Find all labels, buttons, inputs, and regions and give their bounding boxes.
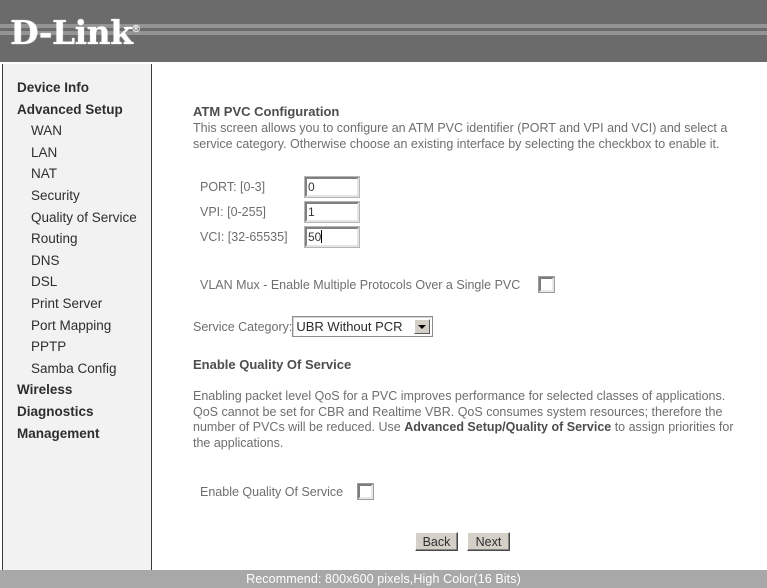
field-input[interactable]: 0 bbox=[304, 175, 360, 198]
field-label: PORT: [0-3] bbox=[200, 179, 266, 194]
sidebar-item-label: PPTP bbox=[31, 339, 67, 355]
field-value: 0 bbox=[308, 179, 315, 194]
field-row: VCI: [32-65535] 50 bbox=[200, 224, 753, 249]
sidebar-item-label: LAN bbox=[31, 144, 58, 160]
field-input[interactable]: 50 bbox=[304, 225, 360, 248]
page-description-line2: service category. Otherwise choose an ex… bbox=[193, 136, 720, 151]
vlan-mux-checkbox[interactable] bbox=[538, 276, 556, 293]
vlan-mux-row: VLAN Mux - Enable Multiple Protocols Ove… bbox=[200, 276, 753, 293]
dlink-logo: D-Link® bbox=[10, 11, 140, 52]
sidebar-item-quality-of-service[interactable]: Quality of Service bbox=[3, 207, 151, 229]
sidebar-item-lan[interactable]: LAN bbox=[3, 142, 151, 164]
sidebar-item-label: Diagnostics bbox=[17, 403, 94, 419]
pvc-identifier-fields: PORT: [0-3] 0 VPI: [0-255] 1 VCI: [32-65535]… bbox=[200, 174, 753, 249]
sidebar-item-label: WAN bbox=[31, 123, 62, 139]
qos-description: Enabling packet level QoS for a PVC impr… bbox=[193, 389, 738, 451]
footer-bar: Recommend: 800x600 pixels,High Color(16 … bbox=[0, 570, 767, 588]
sidebar-item-label: Print Server bbox=[31, 295, 103, 311]
page-description-line1: This screen allows you to configure an A… bbox=[193, 121, 728, 135]
sidebar-item-advanced-setup[interactable]: Advanced Setup bbox=[3, 99, 151, 121]
footer-text: Recommend: 800x600 pixels,High Color(16 … bbox=[246, 572, 521, 586]
sidebar-item-label: Wireless bbox=[17, 382, 73, 398]
page-description: This screen allows you to configure an A… bbox=[193, 121, 738, 152]
field-label: VCI: [32-65535] bbox=[200, 229, 288, 244]
sidebar-item-label: DSL bbox=[31, 274, 58, 290]
sidebar-item-dns[interactable]: DNS bbox=[3, 250, 151, 272]
vlan-mux-label: VLAN Mux - Enable Multiple Protocols Ove… bbox=[200, 277, 521, 292]
field-row: VPI: [0-255] 1 bbox=[200, 199, 753, 224]
sidebar-item-label: Routing bbox=[31, 231, 78, 247]
sidebar-item-label: Samba Config bbox=[31, 360, 117, 376]
page-header: D-Link® bbox=[0, 0, 767, 62]
logo-text: D-Link bbox=[10, 13, 133, 52]
sidebar-item-diagnostics[interactable]: Diagnostics bbox=[3, 401, 151, 423]
next-button[interactable]: Next bbox=[467, 532, 510, 551]
field-value: 1 bbox=[308, 204, 315, 219]
page-title: ATM PVC Configuration bbox=[193, 104, 340, 119]
sidebar-item-nat[interactable]: NAT bbox=[3, 163, 151, 185]
enable-qos-label: Enable Quality Of Service bbox=[200, 484, 344, 499]
sidebar-item-label: Management bbox=[17, 425, 100, 441]
form-buttons: Back Next bbox=[415, 532, 753, 551]
sidebar-item-wan[interactable]: WAN bbox=[3, 120, 151, 142]
service-category-select[interactable]: UBR Without PCR bbox=[292, 316, 434, 337]
sidebar-item-routing[interactable]: Routing bbox=[3, 228, 151, 250]
sidebar-item-pptp[interactable]: PPTP bbox=[3, 336, 151, 358]
sidebar-item-print-server[interactable]: Print Server bbox=[3, 293, 151, 315]
back-button[interactable]: Back bbox=[415, 532, 458, 551]
field-value: 50 bbox=[308, 229, 322, 244]
chevron-down-icon[interactable] bbox=[414, 319, 431, 334]
sidebar-item-label: NAT bbox=[31, 166, 57, 182]
sidebar-item-dsl[interactable]: DSL bbox=[3, 271, 151, 293]
sidebar-navigation: Device Info Advanced Setup WAN LAN NAT Securi… bbox=[2, 64, 152, 573]
main-content: ATM PVC Configuration This screen allows… bbox=[153, 64, 767, 573]
sidebar-item-label: Device Info bbox=[17, 80, 90, 95]
sidebar-item-security[interactable]: Security bbox=[3, 185, 151, 207]
sidebar-item-management[interactable]: Management bbox=[3, 423, 151, 445]
sidebar-item-label: Quality of Service bbox=[31, 209, 137, 225]
sidebar-item-label: Port Mapping bbox=[31, 317, 112, 333]
field-row: PORT: [0-3] 0 bbox=[200, 174, 753, 199]
field-input[interactable]: 1 bbox=[304, 200, 360, 223]
service-category-label: Service Category: bbox=[193, 319, 293, 334]
sidebar-item-label: Advanced Setup bbox=[17, 101, 123, 117]
enable-qos-row: Enable Quality Of Service bbox=[200, 483, 753, 500]
enable-qos-checkbox[interactable] bbox=[357, 483, 375, 500]
sidebar-item-label: Security bbox=[31, 187, 80, 203]
sidebar-item-wireless[interactable]: Wireless bbox=[3, 379, 151, 401]
qos-description-emphasis: Advanced Setup/Quality of Service bbox=[404, 420, 612, 434]
service-category-value: UBR Without PCR bbox=[296, 319, 403, 334]
field-label: VPI: [0-255] bbox=[200, 204, 267, 219]
sidebar-item-device-info[interactable]: Device Info bbox=[3, 77, 151, 99]
text-cursor bbox=[321, 229, 323, 243]
sidebar-item-label: DNS bbox=[31, 252, 60, 268]
qos-section-title: Enable Quality Of Service bbox=[193, 357, 352, 372]
sidebar-item-samba-config[interactable]: Samba Config bbox=[3, 358, 151, 380]
registered-trademark-icon: ® bbox=[132, 24, 140, 35]
service-category-row: Service Category: UBR Without PCR bbox=[193, 316, 753, 337]
sidebar-item-port-mapping[interactable]: Port Mapping bbox=[3, 315, 151, 337]
